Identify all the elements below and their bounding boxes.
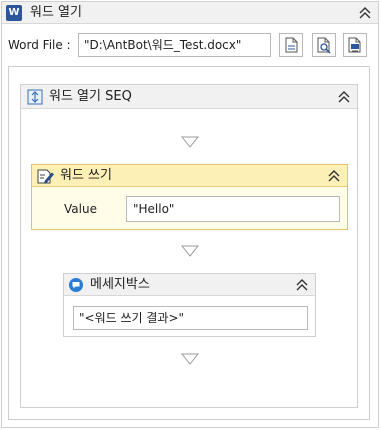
collapse-chevron-icon[interactable] — [358, 6, 372, 20]
sequence-title: 워드 열기 SEQ — [49, 89, 132, 104]
open-file-icon — [285, 37, 298, 53]
settings-file-icon — [348, 37, 361, 53]
word-write-title: 워드 쓰기 — [60, 168, 112, 183]
collapse-chevron-icon[interactable] — [327, 169, 341, 183]
word-icon: W — [6, 5, 22, 21]
word-file-input[interactable]: "D:\AntBot\워드_Test.docx" — [78, 33, 271, 57]
edit-document-icon — [37, 169, 54, 184]
message-box-activity[interactable]: 메세지박스 "<워드 쓰기 결과>" — [63, 273, 316, 337]
collapse-chevron-icon[interactable] — [337, 90, 351, 104]
word-write-header[interactable]: 워드 쓰기 — [32, 165, 347, 187]
message-input[interactable]: "<워드 쓰기 결과>" — [73, 306, 308, 330]
value-input[interactable]: "Hello" — [126, 196, 340, 222]
sequence-header[interactable]: 워드 열기 SEQ — [21, 85, 357, 109]
drop-target-arrow-icon[interactable] — [181, 245, 199, 257]
drop-target-arrow-icon[interactable] — [181, 136, 199, 148]
collapse-chevron-icon[interactable] — [295, 278, 309, 292]
message-box-header[interactable]: 메세지박스 — [64, 274, 315, 296]
value-label: Value — [64, 202, 97, 216]
open-file-button[interactable] — [279, 33, 303, 57]
browse-file-button[interactable] — [312, 33, 336, 57]
word-open-header[interactable]: W 워드 열기 — [2, 2, 378, 24]
drop-target-arrow-icon[interactable] — [181, 353, 199, 365]
word-write-activity[interactable]: 워드 쓰기 Value "Hello" — [31, 164, 348, 230]
word-file-label: Word File : — [8, 38, 71, 52]
sequence-icon — [27, 89, 43, 105]
message-icon — [69, 278, 83, 292]
search-file-icon — [317, 37, 331, 54]
message-box-title: 메세지박스 — [90, 277, 150, 292]
word-open-title: 워드 열기 — [30, 5, 82, 20]
file-settings-button[interactable] — [343, 33, 367, 57]
